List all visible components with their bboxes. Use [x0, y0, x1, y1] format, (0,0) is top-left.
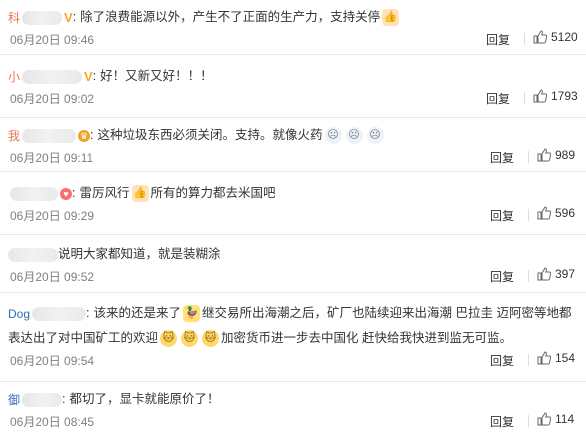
comment-list: 科V : 除了浪费能源以外，产生不了正面的生产力，支持关停 👍 06月20日 09:…: [0, 0, 586, 444]
blurred-username: [32, 307, 87, 322]
colon-separator: :: [90, 128, 94, 142]
like-button[interactable]: 114: [537, 412, 574, 426]
colon-separator: :: [92, 69, 97, 83]
comment-time: 06月20日 09:02: [10, 91, 95, 106]
reply-button[interactable]: 回复: [486, 90, 510, 107]
username-text[interactable]: Dog: [8, 307, 30, 321]
username-text[interactable]: 御: [8, 393, 20, 407]
verified-icon: V: [64, 10, 73, 26]
face-emoji-icon: ☹: [324, 127, 342, 145]
crown-icon: ♛: [78, 130, 91, 143]
comment-text: 好！又新又好！！！: [100, 69, 213, 83]
thumb-up-icon: [537, 206, 551, 220]
blurred-username: [10, 187, 58, 202]
divider: [528, 414, 529, 427]
comment-item: Dog : 该来的还是来了 🦆 继交易所出海潮之后，矿厂也陆续迎来出海潮 巴拉圭 迈阿…: [0, 293, 586, 382]
blurred-username: [22, 70, 83, 85]
colon-separator: :: [62, 392, 66, 406]
comment-text: 都切了，显卡就能原价了！: [69, 392, 220, 406]
comment-item: 说明大家都知道，就是装糊涂 06月20日 09:52 回复 397: [0, 235, 586, 293]
comment-username[interactable]: 小V: [8, 66, 93, 88]
colon-separator: :: [72, 186, 76, 200]
reply-button[interactable]: 回复: [490, 149, 514, 166]
comment-username[interactable]: 科V: [8, 7, 73, 29]
like-button[interactable]: 989: [537, 148, 575, 162]
like-count: 1793: [551, 88, 578, 103]
divider: [528, 208, 529, 221]
like-count: 5120: [551, 29, 578, 44]
blurred-username: [22, 393, 63, 408]
comment-time: 06月20日 09:11: [10, 150, 94, 165]
divider: [524, 32, 525, 45]
comment-item: 科V : 除了浪费能源以外，产生不了正面的生产力，支持关停 👍 06月20日 09:…: [0, 0, 586, 55]
comment-time: 06月20日 09:54: [10, 353, 95, 368]
thumbs-up-emoji-icon: 👍: [382, 9, 400, 27]
like-button[interactable]: 596: [537, 206, 575, 220]
blurred-username: [8, 248, 58, 263]
like-count: 596: [555, 205, 576, 220]
comment-username[interactable]: [8, 244, 58, 266]
like-button[interactable]: 397: [537, 267, 575, 281]
comment-text-part3: 加密货币进一步去中国化 赶快给我快进到监无可监。: [221, 330, 512, 345]
comment-time: 06月20日 08:45: [10, 414, 95, 429]
comment-item: 小V : 好！又新又好！！！ 06月20日 09:02 回复 1793: [0, 55, 586, 118]
comment-time: 06月20日 09:29: [10, 208, 95, 223]
like-count: 397: [555, 266, 576, 281]
username-text[interactable]: 小: [8, 70, 20, 84]
face-emoji-icon: ☹: [345, 127, 363, 145]
divider: [528, 269, 529, 282]
colon-separator: :: [86, 306, 90, 320]
reply-button[interactable]: 回复: [490, 352, 514, 369]
comment-time: 06月20日 09:46: [10, 32, 95, 47]
comment-username[interactable]: ♥: [8, 183, 72, 205]
verified-icon: V: [84, 69, 93, 85]
cat-emoji-icon: 🐱: [181, 329, 199, 347]
like-button[interactable]: 154: [537, 351, 575, 365]
like-count: 989: [555, 147, 576, 162]
comment-text-part1: 雷厉风行: [79, 186, 130, 200]
cat-emoji-icon: 🐱: [202, 329, 220, 347]
comment-item: ♥ : 雷厉风行 👍 所有的算力都去米国吧 06月20日 09:29 回复 596: [0, 172, 586, 235]
username-text[interactable]: 科: [8, 11, 20, 25]
comment-text-part1: 该来的还是来了: [93, 306, 182, 320]
reply-button[interactable]: 回复: [486, 31, 510, 48]
divider: [524, 91, 525, 104]
comment-text: 除了浪费能源以外，产生不了正面的生产力，支持关停: [80, 10, 381, 24]
like-count: 154: [555, 350, 576, 365]
divider: [528, 150, 529, 163]
thumb-up-icon: [533, 30, 547, 44]
thumb-up-icon: [537, 148, 551, 162]
thumb-up-icon: [537, 351, 551, 365]
reply-button[interactable]: 回复: [490, 268, 514, 285]
reply-button[interactable]: 回复: [490, 207, 514, 224]
colon-separator: :: [72, 10, 77, 24]
comment-text-part2: 所有的算力都去米国吧: [150, 186, 276, 200]
heart-icon: ♥: [60, 188, 72, 201]
thumb-up-icon: [537, 267, 551, 281]
divider: [528, 353, 529, 366]
blurred-username: [22, 129, 77, 144]
reply-button[interactable]: 回复: [490, 413, 514, 430]
face-emoji-icon: ☹: [366, 127, 384, 145]
like-button[interactable]: 5120: [533, 30, 578, 44]
comment-username[interactable]: Dog: [8, 302, 87, 326]
comment-text: 说明大家都知道，就是装糊涂: [58, 247, 221, 261]
comment-time: 06月20日 09:52: [10, 269, 95, 284]
like-count: 114: [555, 411, 575, 426]
thumb-up-icon: [537, 412, 551, 426]
duck-emoji-icon: 🦆: [183, 305, 201, 323]
username-text[interactable]: 我: [8, 129, 20, 143]
comment-text: 这种垃圾东西必须关闭。支持。就像火药: [97, 128, 323, 142]
thumb-up-icon: [533, 89, 547, 103]
comment-username[interactable]: 我 ♛: [8, 125, 91, 147]
blurred-username: [22, 11, 63, 26]
comment-item: 御 : 都切了，显卡就能原价了！ 06月20日 08:45 回复 114: [0, 382, 586, 444]
like-button[interactable]: 1793: [533, 89, 578, 103]
thumbs-up-emoji-icon: 👍: [131, 185, 149, 203]
comment-username[interactable]: 御: [8, 389, 63, 411]
comment-item: 我 ♛ : 这种垃圾东西必须关闭。支持。就像火药 ☹ ☹ ☹ 06月20日 09:11 回…: [0, 118, 586, 172]
cat-emoji-icon: 🐱: [160, 329, 178, 347]
